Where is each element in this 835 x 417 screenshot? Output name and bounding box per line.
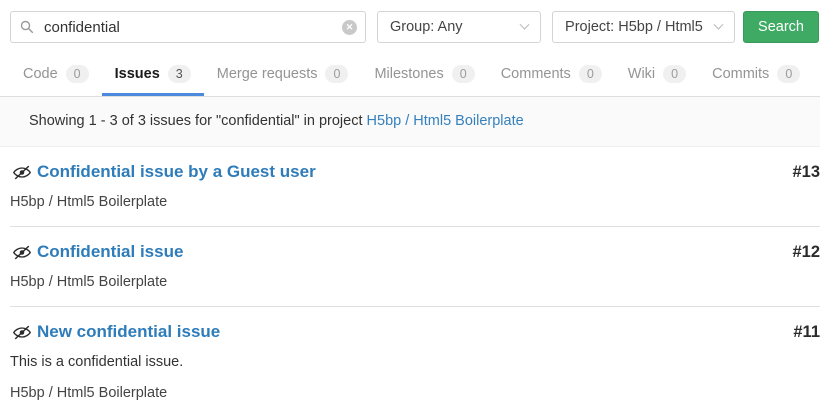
issue-project: H5bp / Html5 Boilerplate [10, 194, 820, 210]
chevron-down-icon [714, 19, 724, 29]
group-filter-dropdown[interactable]: Group: Any [377, 11, 541, 43]
issue-project: H5bp / Html5 Boilerplate [10, 385, 820, 401]
tab-label: Commits [712, 66, 769, 82]
tab-count-badge: 0 [452, 65, 475, 83]
results-summary: Showing 1 - 3 of 3 issues for "confident… [0, 96, 820, 147]
eye-slash-icon [13, 245, 31, 260]
tab-merge-requests[interactable]: Merge requests 0 [204, 53, 362, 96]
search-results-list: Confidential issue by a Guest user #13 H… [0, 147, 820, 417]
result-header: Confidential issue by a Guest user #13 [10, 162, 820, 182]
project-filter-dropdown[interactable]: Project: H5bp / Html5 ... [552, 11, 735, 43]
chevron-down-icon [520, 19, 530, 29]
tab-count-badge: 0 [579, 65, 602, 83]
tab-label: Comments [501, 66, 571, 82]
search-icon [20, 20, 34, 34]
search-input[interactable] [10, 11, 366, 43]
result-header: Confidential issue #12 [10, 242, 820, 262]
issue-id: #13 [792, 163, 820, 182]
tab-count-badge: 0 [325, 65, 348, 83]
tab-wiki[interactable]: Wiki 0 [615, 53, 699, 96]
search-result-item: New confidential issue #11 This is a con… [10, 307, 820, 417]
results-summary-text: Showing 1 - 3 of 3 issues for "confident… [29, 113, 363, 129]
tab-count-badge: 0 [66, 65, 89, 83]
search-scope-tabs: Code 0 Issues 3 Merge requests 0 Milesto… [0, 53, 835, 96]
search-result-item: Confidential issue #12 H5bp / Html5 Boil… [10, 227, 820, 307]
eye-slash-icon [13, 325, 31, 340]
search-bar: ✕ Group: Any Project: H5bp / Html5 ... S… [0, 0, 835, 52]
issue-project: H5bp / Html5 Boilerplate [10, 274, 820, 290]
issue-title: New confidential issue [37, 322, 220, 342]
result-header: New confidential issue #11 [10, 322, 820, 342]
tab-milestones[interactable]: Milestones 0 [361, 53, 487, 96]
issue-description: This is a confidential issue. [10, 354, 820, 370]
search-result-item: Confidential issue by a Guest user #13 H… [10, 147, 820, 227]
tab-count-badge: 3 [168, 65, 191, 83]
issue-link[interactable]: Confidential issue [13, 242, 183, 262]
search-button[interactable]: Search [743, 11, 819, 43]
project-filter-label: Project: H5bp / Html5 ... [565, 19, 707, 35]
tab-count-badge: 0 [777, 65, 800, 83]
tab-count-badge: 0 [663, 65, 686, 83]
issue-id: #12 [792, 243, 820, 262]
tab-commits[interactable]: Commits 0 [699, 53, 813, 96]
tab-label: Issues [115, 66, 160, 82]
group-filter-label: Group: Any [390, 19, 463, 35]
eye-slash-icon [13, 165, 31, 180]
issue-link[interactable]: Confidential issue by a Guest user [13, 162, 316, 182]
tab-label: Code [23, 66, 58, 82]
search-results-page: ✕ Group: Any Project: H5bp / Html5 ... S… [0, 0, 835, 404]
issue-title: Confidential issue by a Guest user [37, 162, 316, 182]
issue-title: Confidential issue [37, 242, 183, 262]
issue-link[interactable]: New confidential issue [13, 322, 220, 342]
tab-label: Wiki [628, 66, 655, 82]
tab-label: Merge requests [217, 66, 318, 82]
tab-code[interactable]: Code 0 [10, 53, 102, 96]
clear-search-icon[interactable]: ✕ [342, 20, 357, 35]
tab-label: Milestones [374, 66, 443, 82]
tab-comments[interactable]: Comments 0 [488, 53, 615, 96]
issue-id: #11 [793, 323, 820, 342]
project-link[interactable]: H5bp / Html5 Boilerplate [367, 113, 524, 129]
search-field: ✕ [10, 11, 366, 43]
tab-issues[interactable]: Issues 3 [102, 53, 204, 96]
